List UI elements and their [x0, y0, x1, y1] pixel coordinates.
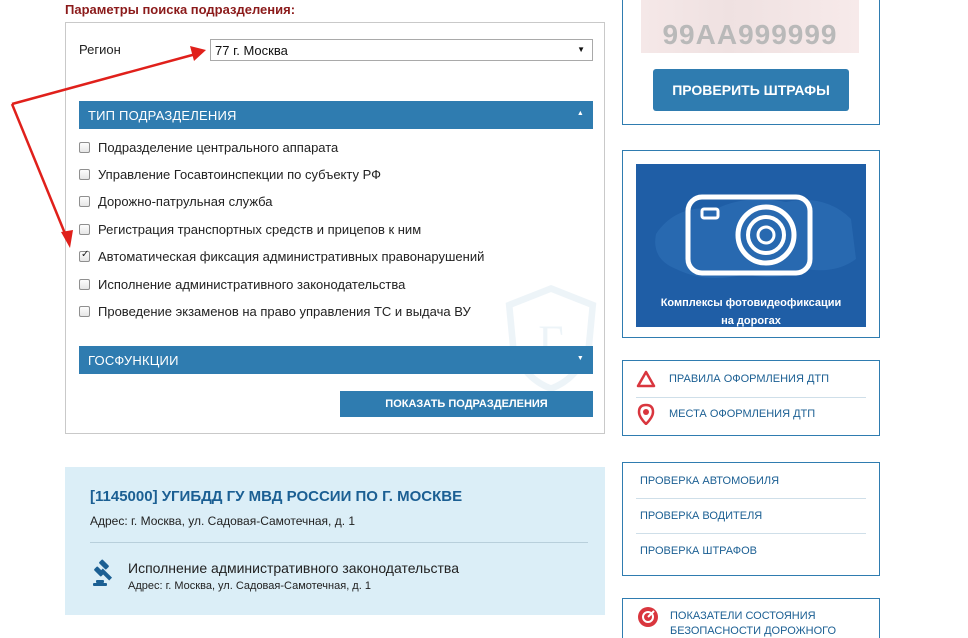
check-links: Проверка автомобиля Проверка водителя Пр…	[622, 462, 880, 576]
check-fines-link[interactable]: Проверка штрафов	[640, 545, 757, 557]
shield-watermark-icon: Г	[505, 284, 597, 393]
dtp-places-label: Места оформления ДТП	[669, 408, 816, 420]
type-option-label: Регистрация транспортных средств и прице…	[98, 221, 422, 237]
dtp-rules-label: Правила оформления ДТП	[669, 373, 830, 385]
type-section-header[interactable]: Тип подразделения ▲	[79, 101, 593, 129]
type-option-patrol[interactable]: Дорожно-патрульная служба	[79, 191, 273, 211]
type-option-label: Исполнение административного законодател…	[98, 276, 406, 292]
type-option-label: Управление Госавтоинспекции по субъекту …	[98, 166, 381, 182]
result-address: Адрес: г. Москва, ул. Садовая-Самотечная…	[90, 514, 356, 528]
safety-stats-line2: безопасности дорожного	[670, 625, 837, 637]
type-option-registration[interactable]: Регистрация транспортных средств и прице…	[79, 219, 421, 239]
gavel-icon	[93, 559, 113, 586]
checkbox-checked[interactable]	[79, 249, 90, 262]
fines-widget: 99АА999999 Проверить штрафы	[622, 0, 880, 125]
gos-section-label: Госфункции	[88, 353, 179, 368]
location-pin-icon	[637, 403, 655, 425]
type-option-label: Дорожно-патрульная служба	[98, 193, 273, 209]
dtp-rules-link[interactable]: Правила оформления ДТП	[636, 364, 866, 394]
search-form: Регион 77 г. Москва ▼ Тип подразделения …	[65, 22, 605, 434]
target-icon	[638, 607, 658, 627]
region-label: Регион	[79, 42, 121, 57]
region-select[interactable]: 77 г. Москва ▼	[210, 39, 593, 61]
safety-stats-link[interactable]: Показатели состояния безопасности дорожн…	[622, 598, 880, 638]
show-departments-button[interactable]: Показать подразделения	[340, 391, 593, 417]
region-select-value: 77 г. Москва	[215, 43, 288, 58]
result-function: Исполнение административного законодател…	[128, 560, 459, 576]
safety-stats-line1: Показатели состояния	[670, 610, 816, 622]
arrow-to-checkbox-line	[10, 103, 68, 237]
camera-caption-line2: на дорогах	[721, 315, 781, 327]
type-option-label: Автоматическая фиксация административных…	[98, 248, 485, 264]
dtp-links: Правила оформления ДТП Места оформления …	[622, 360, 880, 436]
checkbox[interactable]	[79, 168, 90, 180]
type-option-central[interactable]: Подразделение центрального аппарата	[79, 137, 338, 157]
divider	[90, 542, 588, 543]
camera-caption-line1: Комплексы фотовидеофиксации	[660, 297, 842, 309]
svg-text:Г: Г	[538, 317, 563, 366]
type-option-enforcement[interactable]: Исполнение административного законодател…	[79, 274, 405, 294]
checkbox[interactable]	[79, 195, 90, 207]
license-plate-sample: 99АА999999	[641, 0, 859, 53]
type-option-exams[interactable]: Проведение экзаменов на право управления…	[79, 301, 471, 321]
check-car-link[interactable]: Проверка автомобиля	[640, 475, 779, 487]
checkbox[interactable]	[79, 141, 90, 153]
check-driver-link[interactable]: Проверка водителя	[640, 510, 762, 522]
divider	[636, 498, 866, 499]
type-option-label: Проведение экзаменов на право управления…	[98, 303, 471, 319]
divider	[636, 533, 866, 534]
camera-caption: Комплексы фотовидеофиксации на дорогах	[636, 294, 866, 327]
divider	[636, 397, 866, 398]
check-fines-button[interactable]: Проверить штрафы	[653, 69, 849, 111]
type-option-regional[interactable]: Управление Госавтоинспекции по субъекту …	[79, 164, 381, 184]
warning-triangle-icon	[636, 370, 656, 388]
dtp-places-link[interactable]: Места оформления ДТП	[636, 399, 866, 429]
checkbox[interactable]	[79, 305, 90, 317]
result-function-address: Адрес: г. Москва, ул. Садовая-Самотечная…	[128, 580, 371, 592]
result-card: [1145000] УГИБДД ГУ МВД РОССИИ ПО Г. МОС…	[65, 467, 605, 615]
type-option-label: Подразделение центрального аппарата	[98, 139, 339, 155]
dropdown-arrow-icon: ▼	[577, 45, 585, 54]
type-option-auto-fixation[interactable]: Автоматическая фиксация административных…	[79, 246, 484, 266]
chevron-up-icon: ▲	[576, 110, 584, 117]
camera-banner-box: Комплексы фотовидеофиксации на дорогах	[622, 150, 880, 338]
type-section-label: Тип подразделения	[88, 108, 237, 123]
camera-banner[interactable]: Комплексы фотовидеофиксации на дорогах	[636, 164, 866, 327]
search-params-heading: Параметры поиска подразделения:	[65, 2, 296, 17]
checkbox[interactable]	[79, 223, 90, 235]
checkbox[interactable]	[79, 278, 90, 290]
safety-stats-label: Показатели состояния безопасности дорожн…	[670, 609, 836, 638]
result-title[interactable]: [1145000] УГИБДД ГУ МВД РОССИИ ПО Г. МОС…	[90, 488, 462, 505]
